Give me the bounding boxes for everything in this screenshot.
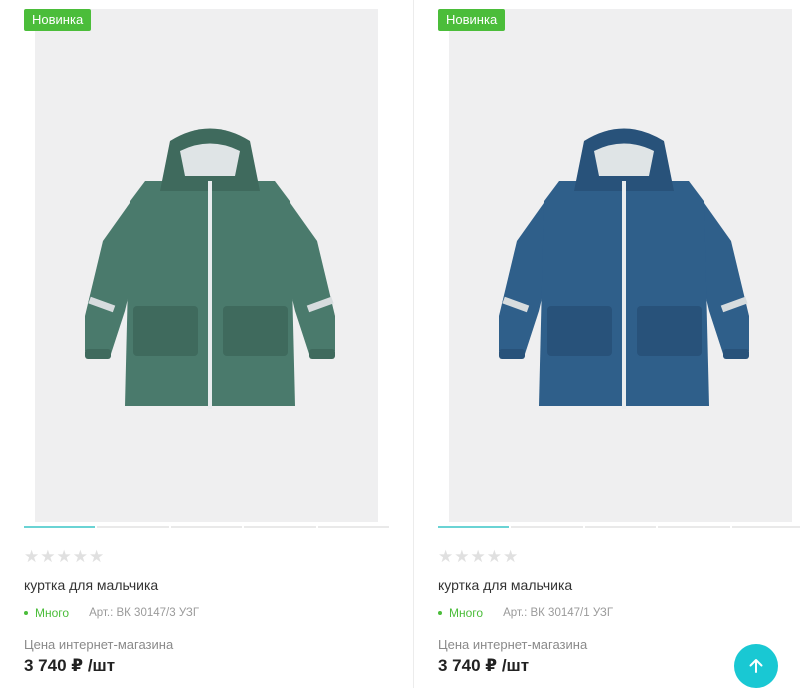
product-meta: Много Арт.: ВК 30147/1 УЗГ	[438, 606, 613, 620]
product-grid: Новинка ★★★★★ куртка для мальчика Много …	[0, 0, 800, 688]
slide-indicator[interactable]	[658, 526, 730, 528]
slide-indicator[interactable]	[97, 526, 169, 528]
new-badge: Новинка	[438, 9, 506, 31]
jacket-body-group	[499, 128, 749, 409]
stock-label: Много	[35, 606, 70, 620]
product-title[interactable]: куртка для мальчика	[438, 577, 572, 593]
card-divider	[413, 0, 414, 688]
slide-indicator[interactable]	[511, 526, 583, 528]
rating-stars: ★★★★★	[438, 547, 520, 566]
stock-dot-icon	[438, 611, 442, 615]
slide-indicator[interactable]	[317, 526, 390, 528]
image-slider-indicator[interactable]	[24, 526, 390, 528]
product-card[interactable]: Новинка ★★★★★ куртка для мальчика Много …	[438, 0, 800, 688]
product-meta: Много Арт.: ВК 30147/3 УЗГ	[24, 606, 199, 620]
stock-dot-icon	[24, 611, 28, 615]
jacket-body-group	[85, 128, 335, 409]
scroll-to-top-button[interactable]	[734, 644, 778, 688]
product-price: 3 740 ₽ /шт	[24, 656, 116, 675]
slide-indicator[interactable]	[438, 526, 510, 528]
product-title[interactable]: куртка для мальчика	[24, 577, 158, 593]
article-number: Арт.: ВК 30147/1 УЗГ	[503, 607, 614, 619]
rating-stars: ★★★★★	[24, 547, 106, 566]
jacket-image	[499, 128, 749, 409]
price-label: Цена интернет-магазина	[438, 637, 588, 652]
product-card[interactable]: Новинка ★★★★★ куртка для мальчика Много …	[24, 0, 390, 688]
stock-label: Много	[449, 606, 484, 620]
arrow-up-icon	[749, 659, 763, 673]
product-image[interactable]	[449, 9, 792, 522]
article-number: Арт.: ВК 30147/3 УЗГ	[89, 607, 200, 619]
slide-indicator[interactable]	[24, 526, 96, 528]
slide-indicator[interactable]	[244, 526, 316, 528]
product-image[interactable]	[35, 9, 378, 522]
product-price: 3 740 ₽ /шт	[438, 656, 530, 675]
slide-indicator[interactable]	[170, 526, 243, 528]
slide-indicator[interactable]	[731, 526, 800, 528]
price-label: Цена интернет-магазина	[24, 637, 174, 652]
stock-status: Много	[24, 606, 69, 620]
image-slider-indicator[interactable]	[438, 526, 800, 528]
slide-indicator[interactable]	[584, 526, 657, 528]
new-badge: Новинка	[24, 9, 92, 31]
stock-status: Много	[438, 606, 483, 620]
jacket-image	[85, 128, 335, 409]
